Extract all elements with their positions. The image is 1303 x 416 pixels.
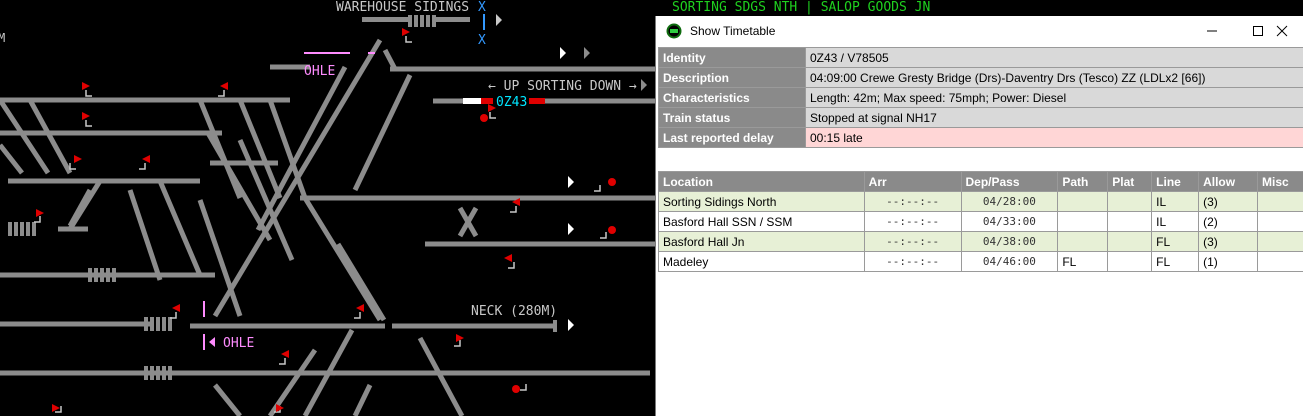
cell-location: Madeley [658,251,865,272]
ohle-label-top: OHLE [304,64,335,79]
cell-line: FL [1151,251,1200,272]
train-green-icon [666,23,682,39]
info-label: Train status [658,107,806,128]
blue-marker-bar [483,14,485,30]
cell-dep-pass: 04/28:00 [960,191,1059,212]
cell-line: FL [1151,231,1200,252]
close-icon [1276,25,1288,37]
train-headcode[interactable]: 0Z43 [496,95,527,110]
column-header-allow[interactable]: Allow [1198,171,1258,192]
info-row-identity: Identity 0Z43 / V78505 [658,47,1303,68]
info-label: Identity [658,47,806,68]
info-label: Description [658,67,806,88]
cell-plat [1107,211,1153,232]
column-header-arr[interactable]: Arr [863,171,962,192]
cell-line: IL [1151,211,1200,232]
cell-misc [1257,251,1303,272]
cell-plat [1107,191,1153,212]
train-tail-white [463,98,481,104]
info-value-status: Stopped at signal NH17 [805,107,1303,128]
info-value-delay: 00:15 late [805,127,1303,148]
cell-location: Basford Hall Jn [658,231,865,252]
cell-path: FL [1057,251,1109,272]
table-row[interactable]: Basford Hall Jn --:--:-- 04/38:00 FL (3) [658,231,1303,252]
column-header-misc[interactable]: Misc [1257,171,1303,192]
close-button[interactable] [1259,16,1303,46]
cell-line: IL [1151,191,1200,212]
table-row[interactable]: Sorting Sidings North --:--:-- 04/28:00 … [658,191,1303,212]
cell-arr: --:--:-- [863,211,962,232]
line-label-neck: NECK (280M) [471,304,557,319]
blue-x-marker: X [478,33,486,48]
cell-path [1057,231,1109,252]
cell-arr: --:--:-- [863,191,962,212]
info-row-status: Train status Stopped at signal NH17 [658,107,1303,128]
timetable-table: Location Arr Dep/Pass Path Plat Line All… [658,171,1303,272]
ohle-marker-bar [203,334,205,350]
column-header-line[interactable]: Line [1151,171,1200,192]
cell-path [1057,191,1109,212]
track-diagram [0,38,655,416]
column-header-plat[interactable]: Plat [1107,171,1153,192]
location-label-warehouse-sidings: WAREHOUSE SIDINGS [336,0,469,15]
cell-allow: (2) [1198,211,1258,232]
cell-plat [1107,251,1153,272]
location-label-sorting-sdgs: SORTING SDGS NTH | SALOP GOODS JN [672,0,930,15]
info-value-identity: 0Z43 / V78505 [805,47,1303,68]
blue-x-marker: X [478,0,486,15]
info-value-characteristics: Length: 42m; Max speed: 75mph; Power: Di… [805,87,1303,108]
cell-misc [1257,211,1303,232]
info-label: Last reported delay [658,127,806,148]
cell-dep-pass: 04/46:00 [960,251,1059,272]
direction-arrow-icon [496,14,502,26]
column-header-location[interactable]: Location [658,171,865,192]
buffer-stop-warehouse [362,15,470,27]
window-titlebar[interactable]: Show Timetable [656,16,1303,46]
cell-plat [1107,231,1153,252]
cell-allow: (1) [1198,251,1258,272]
ohle-marker-bar [203,301,205,317]
table-row[interactable]: Madeley --:--:-- 04/46:00 FL FL (1) [658,251,1303,272]
cell-allow: (3) [1198,191,1258,212]
line-label-up-sorting-down: ← UP SORTING DOWN → [488,79,637,94]
info-row-description: Description 04:09:00 Crewe Gresty Bridge… [658,67,1303,88]
info-value-description: 04:09:00 Crewe Gresty Bridge (Drs)-Daven… [805,67,1303,88]
ohle-arrow-icon [209,337,215,347]
cell-misc [1257,231,1303,252]
cell-location: Basford Hall SSN / SSM [658,211,865,232]
signal-red-dots [480,114,616,393]
train-info-table: Identity 0Z43 / V78505 Description 04:09… [658,47,1303,148]
column-header-path[interactable]: Path [1057,171,1109,192]
cell-dep-pass: 04/33:00 [960,211,1059,232]
ohle-label-bottom: OHLE [223,336,254,351]
signal-red-aspects [36,28,520,412]
info-label: Characteristics [658,87,806,108]
cell-path [1057,211,1109,232]
info-row-delay: Last reported delay 00:15 late [658,127,1303,148]
cell-misc [1257,191,1303,212]
cell-allow: (3) [1198,231,1258,252]
cell-arr: --:--:-- [863,251,962,272]
cell-dep-pass: 04/38:00 [960,231,1059,252]
minimize-button[interactable] [1189,16,1235,46]
window-title: Show Timetable [690,24,776,38]
table-row[interactable]: Basford Hall SSN / SSM --:--:-- 04/33:00… [658,211,1303,232]
cell-arr: --:--:-- [863,231,962,252]
column-header-dep-pass[interactable]: Dep/Pass [960,171,1059,192]
cell-location: Sorting Sidings North [658,191,865,212]
timetable-header-row: Location Arr Dep/Pass Path Plat Line All… [658,171,1303,192]
edge-text-fragment: M [0,31,5,45]
info-row-characteristics: Characteristics Length: 42m; Max speed: … [658,87,1303,108]
minimize-icon [1207,30,1217,32]
timetable-window[interactable]: Show Timetable Identity 0Z43 / V78505 De… [655,16,1303,416]
